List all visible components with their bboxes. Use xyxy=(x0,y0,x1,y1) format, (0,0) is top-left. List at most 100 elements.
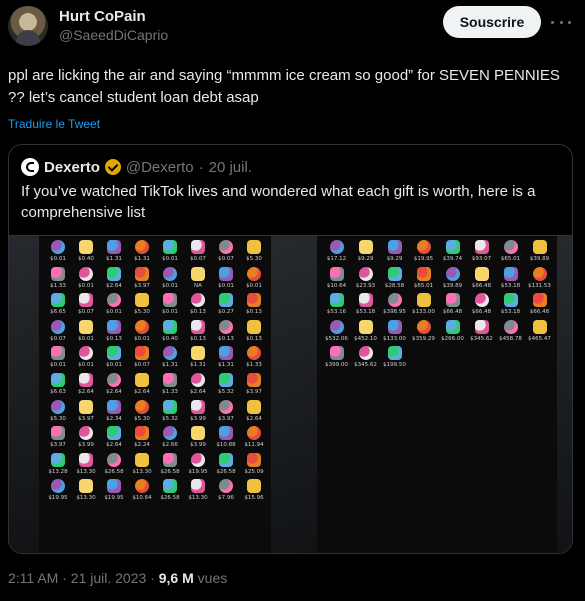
gift-price: $0.01 xyxy=(162,309,178,316)
gift-item: $3.97 xyxy=(212,398,240,425)
gift-icon xyxy=(247,399,261,414)
gift-icon xyxy=(247,372,261,387)
gift-icon xyxy=(358,319,373,334)
gift-icon xyxy=(191,426,205,441)
tweet-header: Hurt CoPain @SaeedDiCaprio Souscrire xyxy=(8,6,577,46)
gift-price: $0.01 xyxy=(162,282,178,289)
gift-price: $3.97 xyxy=(78,415,94,422)
gift-item: $1.33 xyxy=(240,344,268,371)
gift-icon xyxy=(79,426,93,441)
gift-item: $1.31 xyxy=(128,238,156,265)
gift-item: $26.58 xyxy=(156,477,184,504)
gift-icon xyxy=(51,372,65,387)
gift-price: $0.07 xyxy=(78,309,94,316)
gift-price: $1.31 xyxy=(218,362,234,369)
gift-price: $10.64 xyxy=(326,282,347,289)
tweet-time[interactable]: 2:11 AM xyxy=(8,570,58,586)
gift-item: $2.64 xyxy=(184,371,212,398)
gift-icon xyxy=(474,240,489,254)
gift-icon xyxy=(532,293,547,308)
tweet-date[interactable]: 21 juil. 2023 xyxy=(71,570,147,586)
translate-tweet-link[interactable]: Traduire le Tweet xyxy=(8,117,100,131)
gift-icon xyxy=(445,266,460,281)
gift-icon xyxy=(107,372,121,387)
gift-item: $458.78 xyxy=(496,318,525,345)
gift-price: $13.30 xyxy=(76,495,96,502)
gift-icon xyxy=(135,319,149,334)
gift-item: $3.99 xyxy=(184,398,212,425)
gift-item: $5.30 xyxy=(128,398,156,425)
tweet-text: ppl are licking the air and saying “mmmm… xyxy=(8,67,560,106)
gift-item: $2.64 xyxy=(100,265,128,292)
gift-item: $5.32 xyxy=(156,398,184,425)
gift-icon xyxy=(163,372,177,387)
gift-icon xyxy=(219,426,233,441)
gift-price: $5.32 xyxy=(162,415,178,422)
gift-icon xyxy=(387,266,402,281)
gift-icon xyxy=(532,240,547,254)
gift-grid-left: $0.01 $0.40 $1.31 $1.31 $0.01 $0.07 $0.07 $5.30… xyxy=(39,236,271,504)
gift-icon xyxy=(503,240,518,254)
gift-icon xyxy=(79,399,93,414)
gift-price: $2.64 xyxy=(106,282,122,289)
gift-item: $2.64 xyxy=(100,424,128,451)
gift-icon xyxy=(503,293,518,308)
gift-icon xyxy=(416,293,431,308)
gift-item: $0.07 xyxy=(212,238,240,265)
gift-price: $26.58 xyxy=(104,468,124,475)
gift-icon xyxy=(387,319,402,334)
gift-icon xyxy=(219,452,233,467)
gift-item: $0.01 xyxy=(240,265,268,292)
gift-item: $0.01 xyxy=(100,344,128,371)
quoted-author-handle: @Dexerto xyxy=(125,158,194,176)
quoted-image[interactable]: $0.01 $0.40 $1.31 $1.31 $0.01 $0.07 $0.07 $5.30… xyxy=(9,235,572,553)
gift-icon xyxy=(163,426,177,441)
gift-item: $39.89 xyxy=(525,238,554,265)
gift-icon xyxy=(79,346,93,361)
gift-price: $6.63 xyxy=(50,388,66,395)
author-avatar[interactable] xyxy=(8,6,48,46)
author-handle[interactable]: @SaeedDiCaprio xyxy=(59,27,168,43)
gift-item: $5.30 xyxy=(44,398,72,425)
gift-icon xyxy=(532,266,547,281)
gift-price: NA xyxy=(194,282,202,289)
gift-price: $15.96 xyxy=(244,495,264,502)
gift-icon xyxy=(163,479,177,494)
subscribe-button[interactable]: Souscrire xyxy=(443,6,541,38)
gift-item: $7.96 xyxy=(212,477,240,504)
gift-price: $0.07 xyxy=(190,256,206,262)
gift-price: $345.62 xyxy=(470,335,493,342)
separator-dot: · xyxy=(198,158,204,176)
more-options-icon[interactable] xyxy=(551,14,571,30)
gift-grid-right: $17.12 $9.29 $9.29 $19.95 $39.74 $93.07 $65.01… xyxy=(317,236,557,371)
gift-price: $452.10 xyxy=(354,335,377,342)
gift-price: $0.01 xyxy=(218,282,234,289)
image-background-left xyxy=(9,236,39,553)
gift-price: $53.18 xyxy=(500,309,521,316)
gift-icon xyxy=(135,266,149,281)
gift-price: $13.30 xyxy=(76,468,96,475)
gift-icon xyxy=(474,266,489,281)
gift-item: $133.00 xyxy=(409,291,438,318)
gift-icon xyxy=(219,346,233,361)
gift-price: $131.53 xyxy=(528,282,551,289)
gift-price: $0.13 xyxy=(218,335,234,342)
gift-icon xyxy=(107,240,121,254)
gift-item: $0.07 xyxy=(128,344,156,371)
gift-icon xyxy=(135,372,149,387)
gift-icon xyxy=(79,479,93,494)
gift-item: $0.01 xyxy=(156,238,184,265)
gift-price: $23.93 xyxy=(355,282,376,289)
gift-item: $1.31 xyxy=(100,238,128,265)
gift-item: $2.24 xyxy=(128,424,156,451)
gift-icon xyxy=(191,319,205,334)
gift-price: $26.58 xyxy=(216,468,236,475)
author-name[interactable]: Hurt CoPain xyxy=(59,8,146,25)
gift-price: $1.31 xyxy=(106,256,122,262)
quoted-tweet[interactable]: Dexerto @Dexerto · 20 juil. If you’ve wa… xyxy=(8,144,573,554)
gift-price: $465.47 xyxy=(528,335,551,342)
gift-item: $53.18 xyxy=(351,291,380,318)
gift-price: $3.97 xyxy=(218,415,234,422)
gift-item: $5.30 xyxy=(240,238,268,265)
gift-item: $28.58 xyxy=(380,265,409,292)
